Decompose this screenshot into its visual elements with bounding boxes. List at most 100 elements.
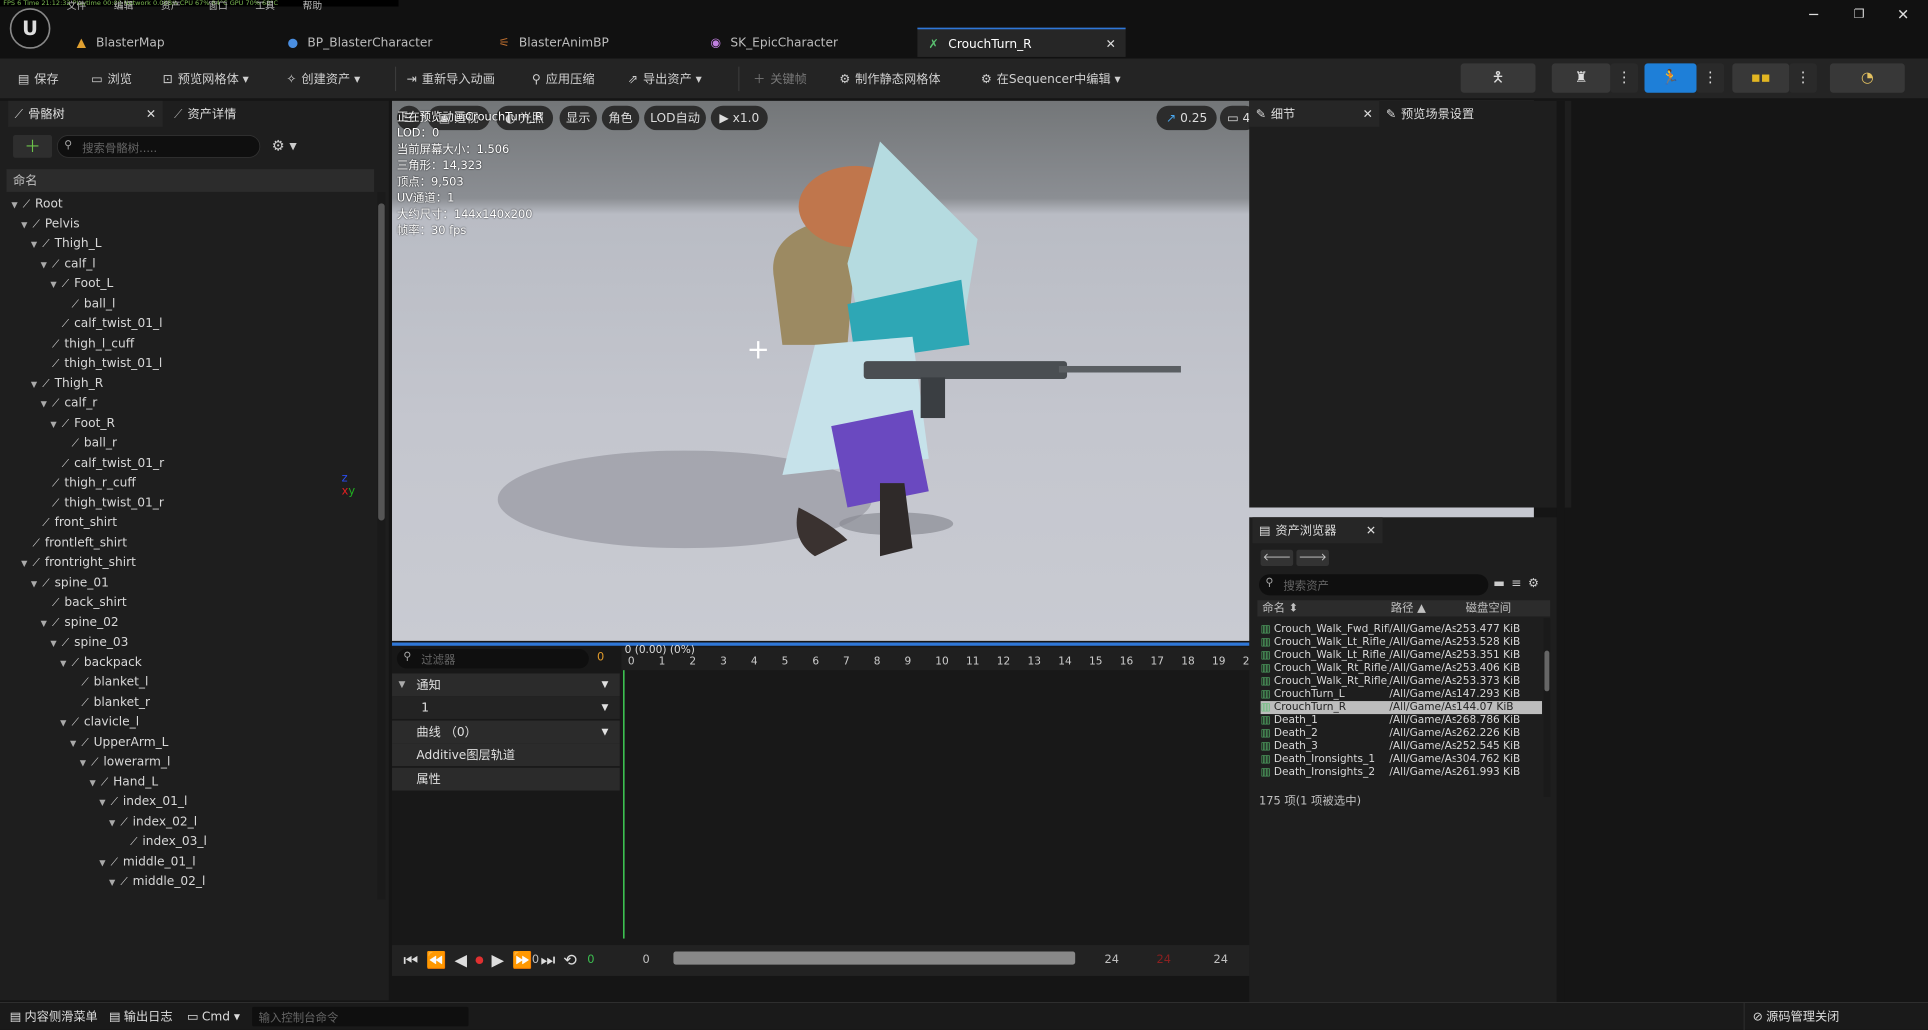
expand-arrow-icon[interactable]: ▼ — [21, 216, 31, 236]
preview-mesh-button[interactable]: ⊡ 预览网格体 ▾ — [163, 59, 249, 100]
expand-arrow-icon[interactable]: ▼ — [99, 854, 109, 874]
back-button[interactable]: 🡐 — [1260, 549, 1294, 567]
bone-row[interactable]: ▼ ⟋ lowerarm_l — [80, 751, 171, 771]
edit-in-sequencer-button[interactable]: ⚙ 在Sequencer中编辑 ▾ — [981, 59, 1121, 100]
content-drawer-button[interactable]: ▤ 内容侧滑菜单 — [10, 1003, 98, 1030]
add-bone-button[interactable]: ＋ — [13, 135, 53, 158]
bone-row[interactable]: ⟋ thigh_l_cuff — [41, 333, 134, 353]
expand-arrow-icon[interactable]: ▼ — [31, 575, 41, 595]
bone-row[interactable]: ⟋ ball_r — [60, 433, 117, 453]
menu-window[interactable]: 窗口 — [208, 0, 228, 11]
expand-arrow-icon[interactable]: ▼ — [60, 714, 70, 734]
bone-row[interactable]: ⟋ thigh_twist_01_l — [41, 353, 162, 373]
dropdown-arrow-icon[interactable]: ▼ — [601, 673, 608, 696]
asset-row[interactable]: ▥ Death_Ironsights_1/All/Game/As304.762 K… — [1261, 753, 1542, 766]
bone-row[interactable]: ▼ ⟋ middle_01_l — [99, 851, 195, 871]
bone-row[interactable]: ⟋middle_03_l — [119, 891, 215, 893]
tab-preview-scene-settings[interactable]: ✎ 预览场景设置 — [1386, 101, 1549, 127]
scale-snap-button[interactable]: ↗ 0.25 — [1156, 105, 1217, 131]
expand-arrow-icon[interactable]: ▼ — [109, 873, 119, 893]
tab-crouchturn-r[interactable]: ✗ CrouchTurn_R ✕ — [917, 27, 1126, 57]
bone-row[interactable]: ⟋ ball_l — [60, 293, 116, 313]
play-reverse-icon[interactable]: ◀ — [455, 950, 476, 970]
source-control-button[interactable]: ⊘ 源码管理关闭 — [1743, 1002, 1839, 1030]
lod-button[interactable]: LOD自动 — [644, 105, 706, 131]
asset-row[interactable]: ▥ CrouchTurn_L/All/Game/As147.293 KiB — [1261, 688, 1542, 701]
notify-track-1[interactable]: 1 ▼ — [392, 696, 620, 719]
bone-row[interactable]: ▼ ⟋ backpack — [60, 652, 142, 672]
bone-row[interactable]: ⟋ blanket_r — [70, 692, 150, 712]
tab-asset-browser[interactable]: ▤ 资产浏览器 ✕ — [1252, 517, 1383, 544]
bone-row[interactable]: ▼ ⟋ index_02_l — [109, 811, 197, 831]
timeline-range-slider[interactable] — [673, 951, 1076, 965]
close-panel-icon[interactable]: ✕ — [1366, 517, 1376, 543]
settings-gear-icon[interactable]: ⚙ — [1528, 576, 1545, 591]
bone-row[interactable]: ⟋ calf_twist_01_r — [50, 453, 164, 473]
step-back-icon[interactable]: ⏪ — [426, 950, 454, 970]
skeleton-search-input[interactable]: ⚲ 搜索骨骼树..... — [56, 135, 261, 158]
bone-row[interactable]: ▼ ⟋ calf_r — [41, 393, 98, 413]
close-window-icon[interactable]: ✕ — [1887, 7, 1920, 24]
bone-row[interactable]: ▼ ⟋ frontright_shirt — [21, 552, 136, 572]
forward-button[interactable]: 🡒 — [1296, 549, 1329, 567]
asset-row[interactable]: ▥ Crouch_Walk_Rt_Rifle_Ir/All/Game/As253.… — [1261, 675, 1542, 688]
dropdown-arrow-icon[interactable]: ▼ — [601, 696, 608, 719]
output-log-button[interactable]: ▤ 输出日志 — [109, 1003, 173, 1030]
notifies-track[interactable]: ▼ 通知 ▼ — [392, 673, 620, 697]
record-icon[interactable]: ⏺ — [475, 950, 491, 970]
bone-row[interactable]: ▼ ⟋ index_01_l — [99, 791, 187, 811]
close-panel-icon[interactable]: ✕ — [1363, 101, 1373, 127]
cmd-dropdown[interactable]: ▭ Cmd ▾ — [187, 1003, 240, 1030]
maximize-icon[interactable]: ❐ — [1843, 7, 1876, 22]
expand-arrow-icon[interactable]: ▼ — [31, 236, 41, 256]
bone-row[interactable]: ▼ ⟋ Foot_R — [50, 413, 115, 433]
skip-start-icon[interactable]: ⏮ — [403, 950, 426, 970]
bone-row[interactable]: ⟋ calf_twist_01_l — [50, 313, 163, 333]
expand-arrow-icon[interactable]: ▼ — [50, 634, 60, 654]
bone-row[interactable]: ▼ ⟋ clavicle_l — [60, 712, 139, 732]
tab-blastermap[interactable]: ▲ BlasterMap — [75, 28, 270, 57]
skeleton-mode-button[interactable]: 🯅 — [1460, 63, 1536, 93]
physics-mode-button[interactable]: ◔ — [1829, 63, 1905, 93]
tab-bp-blastercharacter[interactable]: ● BP_BlasterCharacter — [286, 28, 489, 57]
play-icon[interactable]: ▶ — [491, 950, 512, 970]
bone-row[interactable]: ▼ ⟋ middle_02_l — [109, 871, 205, 891]
curves-track[interactable]: 曲线 （0） ▼ — [392, 720, 620, 744]
scrollbar-thumb[interactable] — [378, 203, 385, 521]
asset-row[interactable]: ▥ Death_Ironsights_2/All/Game/As261.993 K… — [1261, 766, 1542, 779]
asset-row[interactable]: ▥ Crouch_Walk_Rt_Rifle_H/All/Game/As253.4… — [1261, 662, 1542, 675]
keyframe-button[interactable]: ＋关键帧 — [753, 59, 807, 100]
tab-asset-details[interactable]: ⟋ 资产详情 — [174, 101, 329, 127]
additive-layer-track[interactable]: Additive图层轨道 — [392, 743, 620, 767]
asset-row[interactable]: ▥ CrouchTurn_R/All/Game/As144.07 KiB — [1260, 701, 1543, 715]
expand-arrow-icon[interactable]: ▼ — [41, 256, 51, 276]
show-button[interactable]: 显示 — [559, 105, 597, 131]
col-size[interactable]: 磁盘空间 — [1466, 600, 1512, 616]
filter-icon[interactable]: ≡ — [1511, 576, 1528, 591]
expand-arrow-icon[interactable]: ▼ — [50, 276, 60, 296]
asset-scrollbar[interactable] — [1543, 618, 1551, 798]
bone-row[interactable]: ▼ ⟋ spine_01 — [31, 572, 109, 592]
menu-help[interactable]: 帮助 — [303, 0, 323, 11]
minimize-icon[interactable]: ─ — [1797, 7, 1830, 24]
export-asset-button[interactable]: ⇗ 导出资产 ▾ — [628, 59, 702, 100]
expand-arrow-icon[interactable]: ▼ — [80, 754, 90, 774]
save-button[interactable]: ▤ 保存 — [18, 59, 59, 100]
browse-button[interactable]: ▭ 浏览 — [91, 59, 132, 100]
expand-arrow-icon[interactable]: ▼ — [41, 614, 51, 634]
asset-row[interactable]: ▥ Death_1/All/Game/As268.786 KiB — [1261, 714, 1542, 727]
bone-row[interactable]: ▼ ⟋ spine_02 — [41, 612, 119, 632]
blueprint-options-button[interactable]: ⋮ — [1789, 63, 1817, 93]
blueprint-mode-button[interactable]: ▪▪ — [1732, 63, 1790, 93]
dropdown-arrow-icon[interactable]: ▼ — [601, 721, 608, 744]
playhead-line[interactable] — [622, 670, 625, 939]
folder-icon[interactable]: ▬ — [1493, 576, 1511, 591]
expand-arrow-icon[interactable]: ▼ — [21, 555, 31, 575]
skip-end-icon[interactable]: ⏭ — [541, 950, 564, 970]
track-filter-input[interactable]: ⚲ 过滤器 — [396, 649, 589, 669]
animation-mode-button[interactable]: 🏃 — [1644, 63, 1697, 93]
apply-compression-button[interactable]: ⚲ 应用压缩 — [532, 59, 595, 100]
console-command-input[interactable]: 输入控制台命令 — [252, 1006, 469, 1027]
expand-arrow-icon[interactable]: ▼ — [109, 814, 119, 834]
tab-skeleton-tree[interactable]: ⟋ 骨骼树 ✕ — [8, 100, 163, 127]
